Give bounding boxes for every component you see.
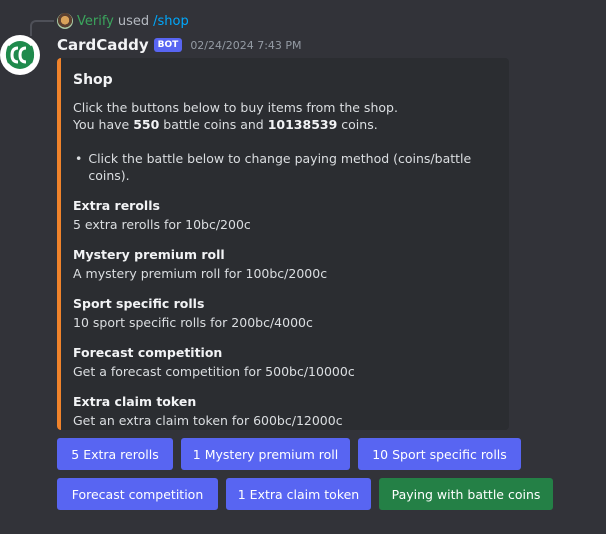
embed-title: Shop	[73, 72, 113, 88]
mystery-premium-roll-button[interactable]: 1 Mystery premium roll	[181, 438, 350, 470]
cardcaddy-logo-icon	[1, 36, 39, 74]
shop-embed: Shop Click the buttons below to buy item…	[57, 58, 509, 430]
extra-claim-token-button[interactable]: 1 Extra claim token	[226, 478, 371, 510]
message-header: CardCaddy BOT 02/24/2024 7:43 PM	[57, 35, 302, 55]
sport-specific-rolls-button[interactable]: 10 Sport specific rolls	[358, 438, 521, 470]
button-row-2: Forecast competition 1 Extra claim token…	[57, 478, 561, 510]
bot-username[interactable]: CardCaddy	[57, 36, 149, 54]
field-extra-claim-token: Extra claim token Get an extra claim tok…	[73, 393, 497, 429]
field-value: Get an extra claim token for 600bc/12000…	[73, 413, 343, 428]
field-name: Sport specific rolls	[73, 296, 205, 311]
action-buttons: 5 Extra rerolls 1 Mystery premium roll 1…	[57, 438, 561, 518]
bot-badge: BOT	[153, 38, 183, 52]
balance-mid: battle coins and	[163, 117, 264, 132]
field-forecast-competition: Forecast competition Get a forecast comp…	[73, 344, 497, 380]
balance-suffix: coins.	[341, 117, 378, 132]
coins-value: 10138539	[267, 117, 338, 132]
embed-line-1: Click the buttons below to buy items fro…	[73, 100, 398, 115]
field-name: Forecast competition	[73, 345, 223, 360]
message-timestamp: 02/24/2024 7:43 PM	[190, 38, 302, 52]
paying-method-button[interactable]: Paying with battle coins	[379, 478, 553, 510]
field-value: Get a forecast competition for 500bc/100…	[73, 364, 355, 379]
bullet-dot-icon: •	[75, 151, 83, 166]
field-mystery-premium-roll: Mystery premium roll A mystery premium r…	[73, 246, 497, 282]
reply-username[interactable]: Verify	[77, 14, 114, 29]
battle-coins-value: 550	[133, 117, 160, 132]
embed-balance-line: You have 550 battle coins and 10138539 c…	[73, 116, 497, 133]
field-value: A mystery premium roll for 100bc/2000c	[73, 266, 328, 281]
balance-prefix: You have	[73, 117, 130, 132]
bot-avatar[interactable]	[0, 35, 40, 75]
extra-rerolls-button[interactable]: 5 Extra rerolls	[57, 438, 173, 470]
reply-avatar	[57, 13, 73, 29]
field-value: 5 extra rerolls for 10bc/200c	[73, 217, 251, 232]
button-row-1: 5 Extra rerolls 1 Mystery premium roll 1…	[57, 438, 561, 470]
reply-context[interactable]: Verify used /shop	[57, 12, 189, 30]
embed-description: Click the buttons below to buy items fro…	[73, 99, 497, 184]
field-extra-rerolls: Extra rerolls 5 extra rerolls for 10bc/2…	[73, 197, 497, 233]
field-name: Extra claim token	[73, 394, 197, 409]
forecast-competition-button[interactable]: Forecast competition	[57, 478, 218, 510]
field-name: Mystery premium roll	[73, 247, 225, 262]
reply-connector	[30, 20, 54, 36]
reply-used-text: used	[117, 13, 150, 29]
field-value: 10 sport specific rolls for 200bc/4000c	[73, 315, 313, 330]
reply-command[interactable]: /shop	[153, 14, 189, 29]
field-name: Extra rerolls	[73, 198, 160, 213]
bullet-item: • Click the battle below to change payin…	[75, 150, 497, 184]
field-sport-specific-rolls: Sport specific rolls 10 sport specific r…	[73, 295, 497, 331]
bullet-text: Click the battle below to change paying …	[88, 151, 472, 183]
